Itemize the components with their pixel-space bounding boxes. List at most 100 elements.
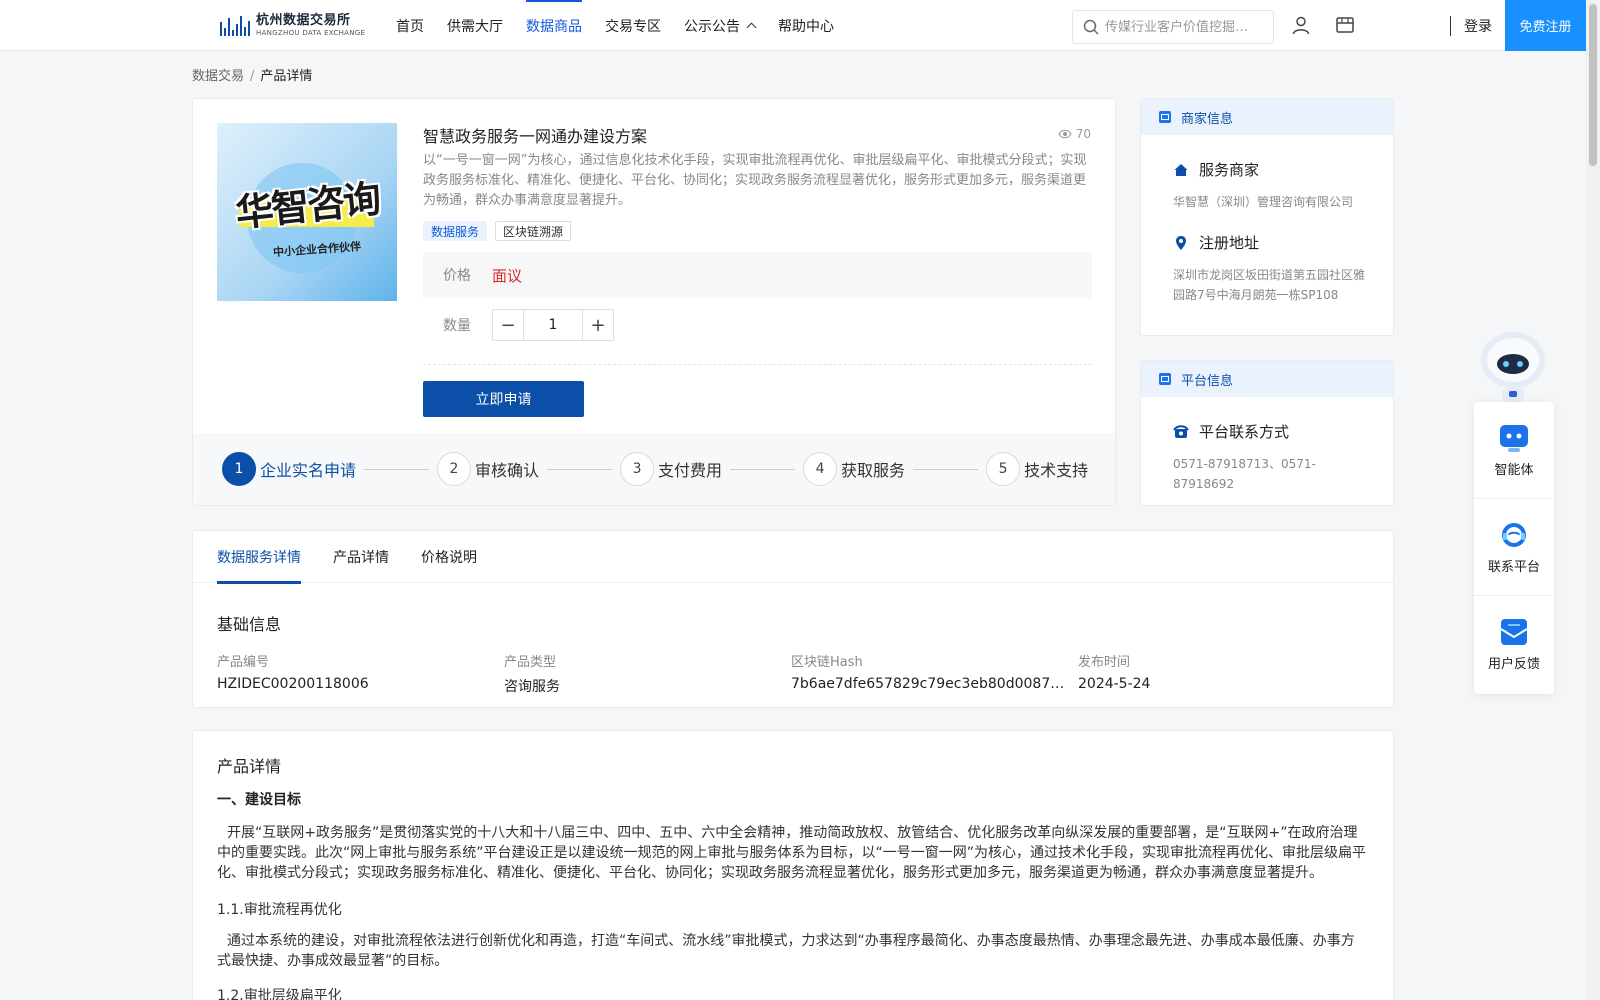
phone-icon bbox=[1173, 424, 1189, 438]
price-value: 面议 bbox=[492, 266, 523, 285]
platform-info-title: 平台信息 bbox=[1181, 373, 1234, 389]
nav-announcements[interactable]: 公示公告 bbox=[684, 0, 757, 51]
breadcrumb: 数据交易 / 产品详情 bbox=[192, 65, 312, 84]
step-label: 支付费用 bbox=[658, 461, 723, 480]
nav-supply-demand[interactable]: 供需大厅 bbox=[447, 0, 503, 51]
step-number: 1 bbox=[222, 452, 256, 486]
feedback-button[interactable]: 用户反馈 bbox=[1474, 596, 1554, 693]
breadcrumb-separator: / bbox=[250, 69, 255, 84]
feedback-label: 用户反馈 bbox=[1487, 657, 1540, 672]
step-3: 3 支付费用 bbox=[620, 452, 722, 486]
step-label: 审核确认 bbox=[475, 461, 540, 480]
page-scrollbar[interactable] bbox=[1586, 0, 1600, 1000]
logo-subtitle: HANGZHOU DATA EXCHANGE bbox=[256, 28, 366, 37]
agent-button[interactable]: 智能体 bbox=[1474, 402, 1554, 499]
nav-announcements-label: 公示公告 bbox=[684, 18, 740, 35]
info-label: 产品编号 bbox=[217, 655, 270, 670]
search-icon bbox=[1083, 19, 1099, 35]
search-box[interactable] bbox=[1072, 10, 1274, 44]
calendar-icon bbox=[1159, 111, 1171, 123]
step-connector bbox=[364, 468, 430, 470]
quantity-value[interactable]: 1 bbox=[523, 310, 583, 340]
robot-assistant-icon[interactable] bbox=[1474, 326, 1552, 402]
breadcrumb-root[interactable]: 数据交易 bbox=[192, 69, 244, 84]
nav-help-center[interactable]: 帮助中心 bbox=[778, 0, 834, 51]
quantity-stepper[interactable]: − 1 + bbox=[492, 309, 614, 341]
tab-data-service-details[interactable]: 数据服务详情 bbox=[217, 531, 301, 584]
provider-label: 服务商家 bbox=[1199, 161, 1260, 179]
step-number: 5 bbox=[986, 452, 1021, 486]
agent-label: 智能体 bbox=[1494, 462, 1534, 478]
provider-row: 服务商家 bbox=[1141, 159, 1393, 180]
process-steps: 1 企业实名申请 2 审核确认 3 支付费用 4 获取服务 5 技术支持 bbox=[193, 433, 1115, 505]
chatbot-icon bbox=[1500, 424, 1528, 452]
merchant-info-card: 商家信息 服务商家 华智慧（深圳）管理咨询有限公司 注册地址 深圳市龙岗区坂田街… bbox=[1140, 98, 1394, 336]
step-number: 4 bbox=[803, 452, 838, 486]
scrollbar-thumb[interactable] bbox=[1589, 4, 1597, 166]
paragraph: 通过本系统的建设，对审批流程依法进行创新优化和再造，打造“车间式、流水线”审批模… bbox=[217, 933, 1355, 969]
info-label: 区块链Hash bbox=[791, 655, 863, 670]
headset-icon bbox=[1502, 522, 1526, 547]
search-input[interactable] bbox=[1105, 19, 1265, 35]
product-description: 以“一号一窗一网”为核心，通过信息化技术化手段，实现审批流程再优化、审批层级扁平… bbox=[423, 153, 1087, 208]
nav-home[interactable]: 首页 bbox=[396, 0, 424, 51]
header-divider bbox=[1450, 16, 1451, 36]
nav-data-products[interactable]: 数据商品 bbox=[526, 0, 582, 51]
product-card: 华智咨询 中小企业合作伙伴 智慧政务服务一网通办建设方案 70 以“一号一窗一网… bbox=[192, 98, 1116, 506]
floating-service-panel: 智能体 联系平台 用户反馈 bbox=[1474, 402, 1554, 694]
product-image: 华智咨询 中小企业合作伙伴 bbox=[217, 123, 397, 301]
provider-value: 华智慧（深圳）管理咨询有限公司 bbox=[1173, 195, 1354, 209]
platform-info-card: 平台信息 平台联系方式 0571-87918713、0571-87918692 bbox=[1140, 360, 1394, 506]
user-icon[interactable] bbox=[1290, 14, 1312, 36]
feedback-mail-icon bbox=[1500, 619, 1528, 645]
basic-info-grid: 产品编号 HZIDEC00200118006 产品类型 咨询服务 区块链Hash… bbox=[217, 651, 1365, 696]
merchant-info-title: 商家信息 bbox=[1181, 111, 1234, 127]
contact-value: 0571-87918713、0571-87918692 bbox=[1173, 457, 1316, 491]
top-header: 杭州数据交易所 HANGZHOU DATA EXCHANGE 首页 供需大厅 数… bbox=[0, 0, 1586, 51]
tab-price-info[interactable]: 价格说明 bbox=[421, 531, 477, 583]
contact-label: 平台联系方式 bbox=[1199, 423, 1290, 441]
main-nav: 首页 供需大厅 数据商品 交易专区 公示公告 帮助中心 bbox=[396, 0, 857, 51]
paragraph: 开展“互联网+政务服务”是贯彻落实党的十八大和十八届三中、四中、五中、六中全会精… bbox=[217, 825, 1367, 881]
login-link[interactable]: 登录 bbox=[1464, 0, 1492, 51]
eye-icon bbox=[1058, 129, 1072, 139]
quantity-row: 数量 − 1 + bbox=[443, 309, 614, 341]
store-icon[interactable] bbox=[1334, 14, 1356, 36]
info-label: 发布时间 bbox=[1078, 655, 1131, 670]
contact-platform-button[interactable]: 联系平台 bbox=[1474, 499, 1554, 596]
product-details-title: 产品详情 bbox=[217, 757, 282, 776]
step-1: 1 企业实名申请 bbox=[222, 452, 356, 486]
nav-trade-zone[interactable]: 交易专区 bbox=[605, 0, 661, 51]
step-label: 技术支持 bbox=[1024, 461, 1089, 480]
register-button[interactable]: 免费注册 bbox=[1505, 0, 1586, 51]
site-logo[interactable]: 杭州数据交易所 HANGZHOU DATA EXCHANGE bbox=[220, 11, 365, 39]
step-label: 企业实名申请 bbox=[260, 461, 357, 480]
info-value: 2024-5-24 bbox=[1078, 676, 1151, 692]
location-pin-icon bbox=[1176, 235, 1186, 250]
apply-now-button[interactable]: 立即申请 bbox=[423, 381, 584, 417]
step-connector bbox=[730, 468, 796, 470]
step-number: 3 bbox=[620, 452, 655, 486]
decrease-button[interactable]: − bbox=[493, 310, 523, 340]
section-heading: 一、建设目标 bbox=[217, 792, 301, 808]
contact-platform-label: 联系平台 bbox=[1487, 559, 1540, 575]
increase-button[interactable]: + bbox=[583, 310, 613, 340]
view-count-value: 70 bbox=[1075, 127, 1091, 141]
step-2: 2 审核确认 bbox=[437, 452, 539, 486]
quantity-label: 数量 bbox=[443, 318, 471, 334]
merchant-info-header: 商家信息 bbox=[1141, 99, 1393, 135]
step-connector bbox=[913, 468, 979, 470]
step-5: 5 技术支持 bbox=[986, 452, 1088, 486]
home-icon bbox=[1174, 163, 1188, 176]
address-row: 注册地址 bbox=[1141, 232, 1393, 253]
tag-data-service: 数据服务 bbox=[423, 221, 488, 241]
step-number: 2 bbox=[437, 452, 472, 486]
info-value: HZIDEC00200118006 bbox=[217, 676, 369, 692]
info-value: 7b6ae7dfe657829c79ec3eb80d0087671d… bbox=[791, 676, 1066, 692]
product-tags: 数据服务 区块链溯源 bbox=[423, 221, 572, 241]
logo-name: 杭州数据交易所 bbox=[256, 12, 351, 28]
subheading: 1.2.审批层级扁平化 bbox=[217, 988, 342, 1000]
tab-product-details[interactable]: 产品详情 bbox=[333, 531, 389, 583]
detail-tabs: 数据服务详情 产品详情 价格说明 bbox=[193, 531, 1393, 584]
service-details-card: 数据服务详情 产品详情 价格说明 基础信息 产品编号 HZIDEC0020011… bbox=[192, 530, 1394, 708]
